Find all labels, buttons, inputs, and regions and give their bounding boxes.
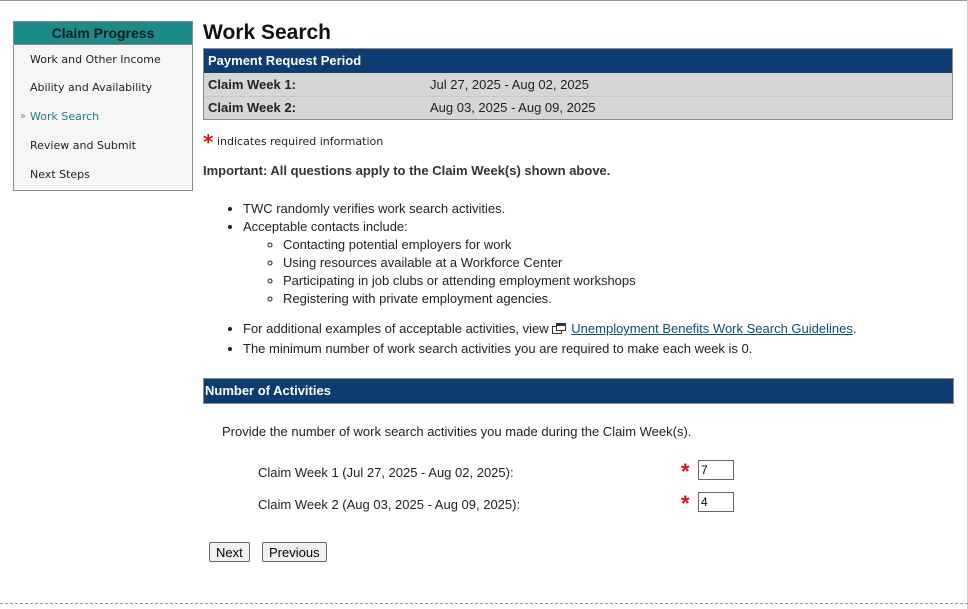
period-row-week-2: Claim Week 2: Aug 03, 2025 - Aug 09, 202…: [204, 96, 952, 119]
sidebar-item-review-and-submit[interactable]: Review and Submit: [14, 131, 192, 160]
number-of-activities-header: Number of Activities: [203, 378, 954, 404]
list-item: Contacting potential employers for work: [283, 236, 953, 254]
sidebar-list: Work and Other Income Ability and Availa…: [14, 47, 192, 189]
bottom-border: [0, 603, 968, 604]
main-content: Work Search Payment Request Period Claim…: [203, 20, 954, 562]
list-item: Using resources available at a Workforce…: [283, 254, 953, 272]
list-item: Registering with private employment agen…: [283, 290, 953, 308]
required-info-note: * indicates required information: [203, 132, 953, 152]
period-value: Jul 27, 2025 - Aug 02, 2025: [430, 77, 590, 92]
required-asterisk-icon: *: [203, 130, 214, 154]
sidebar-item-label: Ability and Availability: [30, 81, 153, 94]
previous-button[interactable]: Previous: [262, 542, 327, 562]
required-asterisk-icon: *: [681, 459, 690, 484]
required-asterisk-icon: *: [681, 491, 690, 516]
sidebar-item-label: Review and Submit: [30, 139, 136, 152]
list-item: For additional examples of acceptable ac…: [243, 320, 953, 340]
list-item: Participating in job clubs or attending …: [283, 272, 953, 290]
sidebar-item-next-steps[interactable]: Next Steps: [14, 160, 192, 189]
claim-progress-sidebar: Claim Progress Work and Other Income Abi…: [13, 21, 193, 191]
current-step-chevron-icon: »: [20, 111, 27, 122]
period-value: Aug 03, 2025 - Aug 09, 2025: [430, 100, 596, 115]
period-label: Claim Week 2:: [208, 100, 296, 115]
list-item: The minimum number of work search activi…: [243, 340, 953, 358]
required-info-text: indicates required information: [216, 135, 384, 148]
sidebar-item-work-search[interactable]: » Work Search: [14, 102, 192, 131]
page-title: Work Search: [203, 21, 331, 44]
list-item: Acceptable contacts include: Contacting …: [243, 218, 953, 308]
period-row-week-1: Claim Week 1: Jul 27, 2025 - Aug 02, 202…: [204, 73, 952, 96]
external-window-icon: [552, 322, 567, 340]
list-item: TWC randomly verifies work search activi…: [243, 200, 953, 218]
work-search-guidelines-link[interactable]: Unemployment Benefits Work Search Guidel…: [571, 321, 853, 336]
sidebar-item-work-and-other-income[interactable]: Work and Other Income: [14, 47, 192, 73]
important-notice: Important: All questions apply to the Cl…: [203, 163, 611, 178]
sidebar-title: Claim Progress: [14, 22, 192, 45]
work-search-extra-list: For additional examples of acceptable ac…: [203, 320, 953, 358]
claim-week-2-label: Claim Week 2 (Aug 03, 2025 - Aug 09, 202…: [258, 497, 521, 512]
period-label: Claim Week 1:: [208, 77, 296, 92]
acceptable-contacts-list: Contacting potential employers for work …: [243, 236, 953, 308]
list-item-text: Acceptable contacts include:: [243, 219, 408, 234]
sidebar-item-label: Work and Other Income: [30, 53, 161, 66]
claim-week-1-label: Claim Week 1 (Jul 27, 2025 - Aug 02, 202…: [258, 465, 514, 480]
claim-week-2-activities-input[interactable]: [698, 492, 734, 512]
next-button[interactable]: Next: [209, 542, 250, 562]
sidebar-item-ability-and-availability[interactable]: Ability and Availability: [14, 73, 192, 102]
examples-prefix-text: For additional examples of acceptable ac…: [243, 321, 549, 336]
sidebar-item-label: Next Steps: [30, 168, 90, 181]
top-border: [0, 0, 968, 1]
sidebar-item-label: Work Search: [30, 110, 100, 123]
examples-suffix-text: .: [852, 321, 857, 336]
payment-request-period-header: Payment Request Period: [204, 49, 952, 73]
activities-intro-text: Provide the number of work search activi…: [222, 424, 692, 439]
work-search-info-list: TWC randomly verifies work search activi…: [203, 200, 953, 308]
claim-week-1-activities-input[interactable]: [698, 460, 734, 480]
list-item-text: TWC randomly verifies work search activi…: [243, 201, 506, 216]
payment-request-period-table: Payment Request Period Claim Week 1: Jul…: [203, 48, 953, 120]
